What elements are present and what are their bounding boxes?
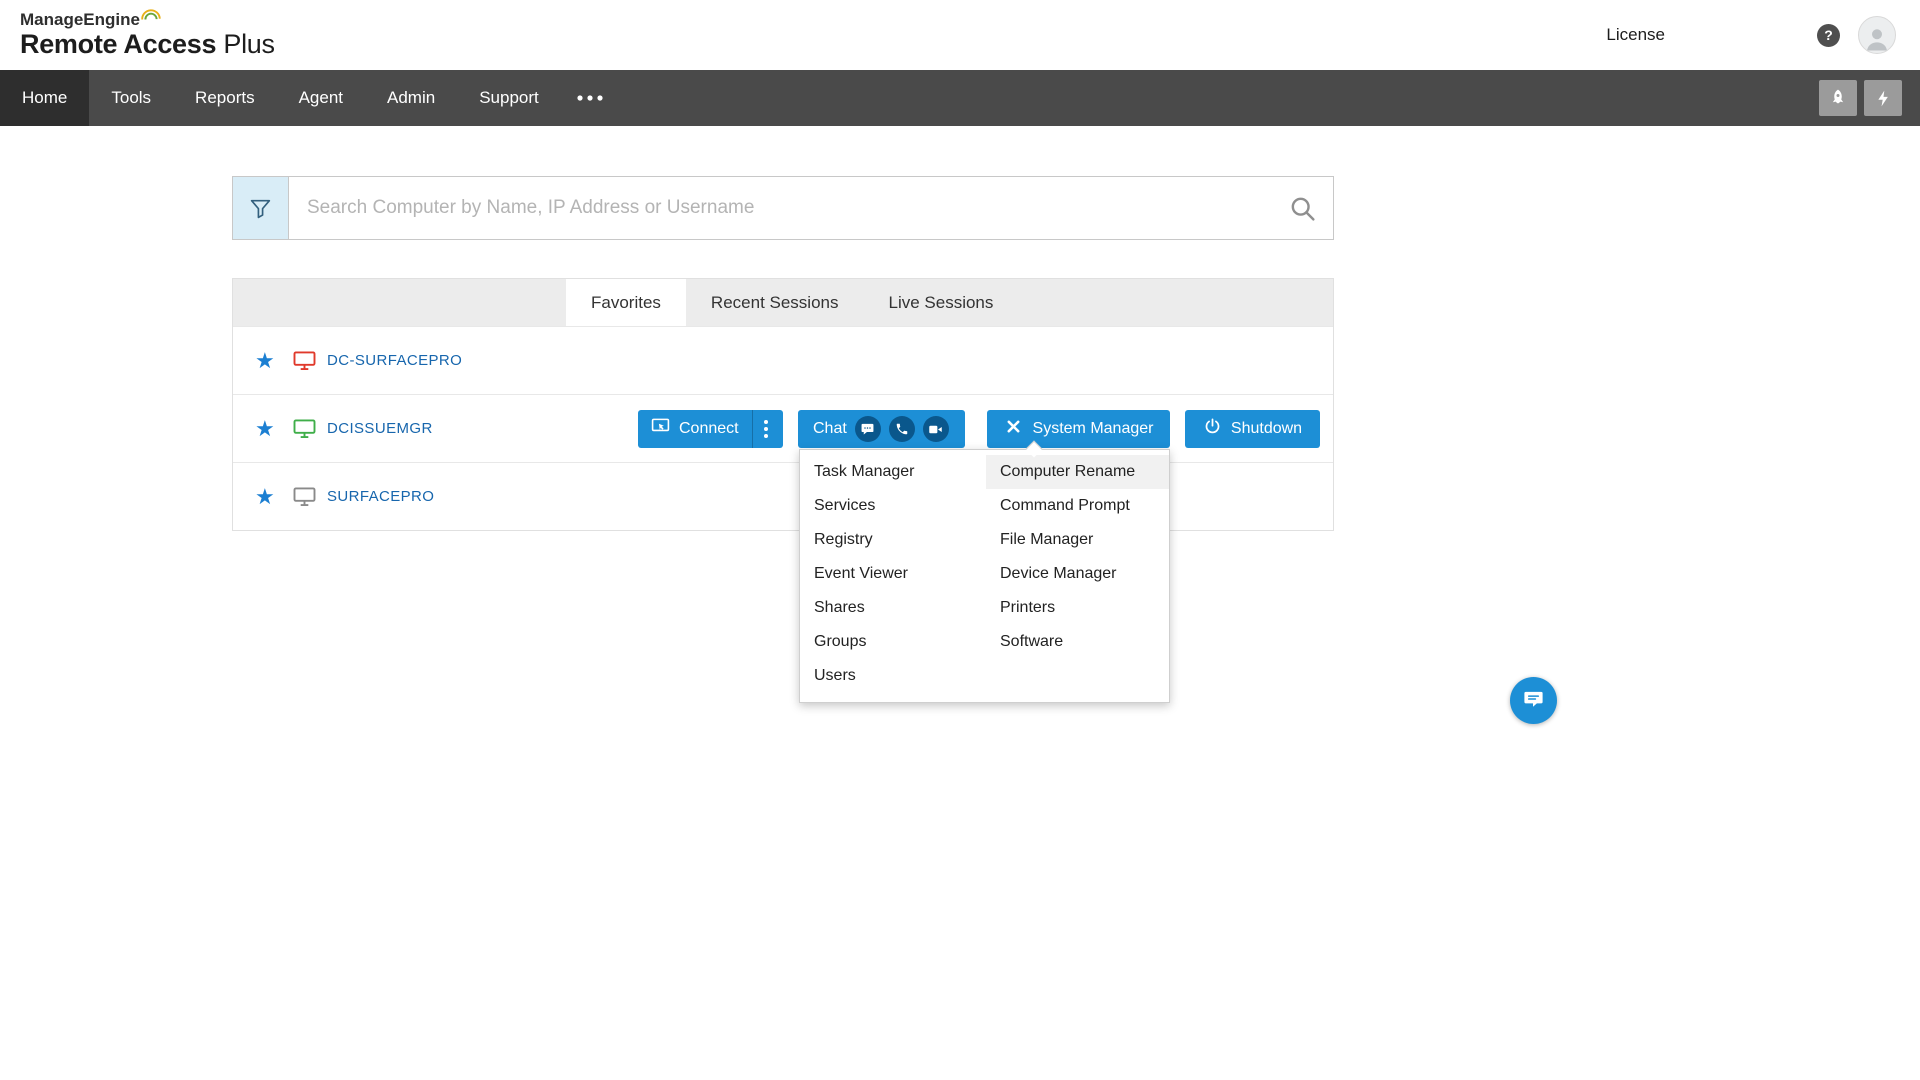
tabbar-spacer — [233, 279, 566, 326]
menu-item-groups[interactable]: Groups — [800, 625, 986, 659]
tab-favorites[interactable]: Favorites — [566, 279, 686, 326]
search-icon[interactable] — [1271, 177, 1333, 239]
nav-item-home[interactable]: Home — [0, 70, 90, 126]
computer-name-link[interactable]: DC-SURFACEPRO — [327, 352, 462, 369]
menu-item-computer-rename[interactable]: Computer Rename — [986, 455, 1169, 489]
computer-monitor-icon — [293, 350, 327, 371]
main-nav: Home Tools Reports Agent Admin Support — [0, 70, 1920, 126]
menu-item-services[interactable]: Services — [800, 489, 986, 523]
computer-search-bar — [232, 176, 1334, 240]
app-header: ManageEngine Remote Access Plus License … — [0, 0, 1920, 70]
system-manager-dropdown: Task Manager Services Registry Event Vie… — [799, 440, 1170, 703]
menu-item-command-prompt[interactable]: Command Prompt — [986, 489, 1169, 523]
chat-button[interactable]: Chat — [798, 410, 965, 448]
product-title-main: Remote Access — [20, 29, 217, 59]
help-icon[interactable]: ? — [1817, 23, 1840, 47]
screen-cursor-icon — [651, 417, 670, 441]
menu-item-printers[interactable]: Printers — [986, 591, 1169, 625]
tab-live-sessions[interactable]: Live Sessions — [864, 279, 1019, 326]
chat-button-label: Chat — [813, 420, 847, 437]
computer-name-link[interactable]: DCISSUEMGR — [327, 420, 433, 437]
chat-bubble-icon[interactable] — [854, 416, 881, 442]
filter-icon[interactable] — [233, 177, 289, 239]
nav-item-tools[interactable]: Tools — [89, 70, 173, 126]
license-link[interactable]: License — [1606, 25, 1665, 45]
search-input[interactable] — [289, 177, 1271, 239]
brand-logo: ManageEngine Remote Access Plus — [20, 8, 275, 59]
menu-item-file-manager[interactable]: File Manager — [986, 523, 1169, 557]
header-right: License ? — [1606, 16, 1896, 54]
favorite-star-icon[interactable]: ★ — [255, 349, 293, 372]
brand-manageengine: ManageEngine — [20, 8, 275, 29]
nav-more-menu-icon[interactable] — [561, 70, 619, 126]
quick-action-bolt-icon[interactable] — [1864, 80, 1902, 116]
tab-recent-sessions[interactable]: Recent Sessions — [686, 279, 864, 326]
favorite-star-icon[interactable]: ★ — [255, 485, 293, 508]
computer-monitor-icon — [293, 486, 327, 507]
brand-swoosh-icon — [139, 8, 163, 26]
dropdown-column-1: Task Manager Services Registry Event Vie… — [800, 455, 986, 693]
rocket-icon[interactable] — [1819, 80, 1857, 116]
nav-item-admin[interactable]: Admin — [365, 70, 457, 126]
nav-item-reports[interactable]: Reports — [173, 70, 277, 126]
live-chat-fab[interactable] — [1510, 677, 1557, 724]
system-manager-button-label: System Manager — [1032, 420, 1154, 437]
favorite-star-icon[interactable]: ★ — [255, 417, 293, 440]
nav-right-actions — [1819, 70, 1920, 126]
avatar[interactable] — [1858, 16, 1896, 54]
sessions-tabbar: Favorites Recent Sessions Live Sessions — [233, 279, 1333, 326]
person-icon — [1867, 29, 1887, 51]
nav-item-support[interactable]: Support — [457, 70, 561, 126]
system-manager-button[interactable]: System Manager — [987, 410, 1170, 448]
computer-name-link[interactable]: SURFACEPRO — [327, 488, 434, 505]
dropdown-column-2: Computer Rename Command Prompt File Mana… — [986, 455, 1169, 693]
brand-manageengine-text: ManageEngine — [20, 10, 140, 29]
product-title: Remote Access Plus — [20, 29, 275, 59]
computer-row-dc-surfacepro[interactable]: ★ DC-SURFACEPRO — [233, 326, 1333, 394]
menu-item-software[interactable]: Software — [986, 625, 1169, 659]
chat-fab-icon — [1522, 688, 1545, 714]
menu-item-device-manager[interactable]: Device Manager — [986, 557, 1169, 591]
connect-button-label: Connect — [679, 420, 739, 437]
product-title-suffix: Plus — [216, 29, 275, 59]
voice-call-icon[interactable] — [888, 416, 915, 442]
connect-more-options-icon[interactable] — [753, 410, 780, 448]
connect-button[interactable]: Connect — [638, 410, 783, 448]
menu-item-event-viewer[interactable]: Event Viewer — [800, 557, 986, 591]
menu-item-task-manager[interactable]: Task Manager — [800, 455, 986, 489]
shutdown-button[interactable]: Shutdown — [1185, 410, 1320, 448]
menu-item-shares[interactable]: Shares — [800, 591, 986, 625]
video-call-icon[interactable] — [922, 416, 949, 442]
computer-monitor-icon — [293, 418, 327, 439]
nav-item-agent[interactable]: Agent — [277, 70, 365, 126]
page: ManageEngine Remote Access Plus License … — [0, 0, 1920, 1080]
shutdown-button-label: Shutdown — [1230, 420, 1303, 437]
power-icon — [1203, 417, 1222, 441]
menu-item-registry[interactable]: Registry — [800, 523, 986, 557]
crossed-tools-icon — [1004, 417, 1023, 441]
menu-item-users[interactable]: Users — [800, 659, 986, 693]
